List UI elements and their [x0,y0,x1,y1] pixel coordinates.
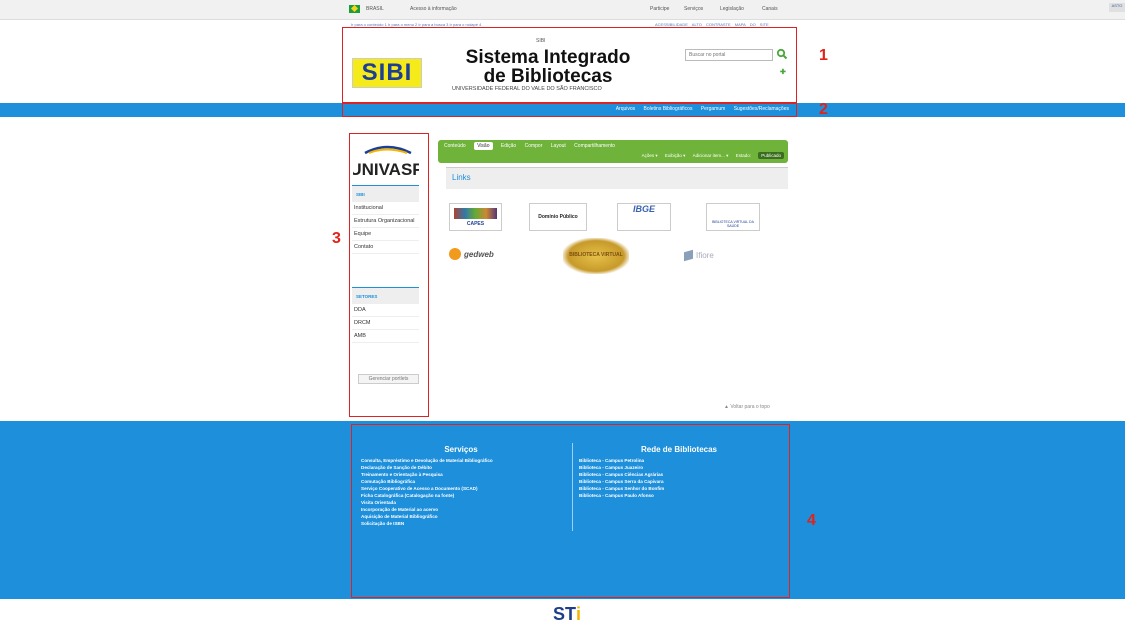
add-item-menu[interactable]: Adicionar item... ▾ [693,153,729,158]
annotation-box-4 [351,424,790,598]
annotation-number-3: 3 [332,230,341,247]
annotation-box-1 [342,27,797,103]
annotation-number-2: 2 [819,101,828,118]
back-to-top-link[interactable]: ▲ Voltar para o topo [724,404,770,410]
sti-logo-i: i [576,604,582,622]
annotation-box-3 [349,133,429,417]
gov-country-link[interactable]: BRASIL [366,6,384,12]
link-capes-label: CAPES [466,221,485,227]
state-label: Estado: [735,153,751,158]
gov-info-link[interactable]: Acesso à informação [410,6,457,12]
tab-compartilhamento[interactable]: Compartilhamento [574,143,615,149]
gov-right-button[interactable]: ASTO [1109,3,1125,12]
tab-visao[interactable]: Visão [474,142,493,150]
state-published-button[interactable]: Publicado [758,152,784,159]
link-bvs[interactable]: BIBLIOTECA VIRTUAL DA SAÚDE [706,203,760,231]
gedweb-icon [449,248,461,260]
link-ifiore-label: Ifiore [696,251,714,260]
display-menu[interactable]: Exibição ▾ [665,153,686,158]
link-dominio-publico[interactable]: Domínio Público [529,203,587,231]
tab-edicao[interactable]: Edição [501,143,516,149]
gov-top-bar: BRASIL Acesso à informação Participe Ser… [0,0,1125,20]
link-biblioteca-virtual[interactable]: BIBLIOTECA VIRTUAL [563,238,629,274]
capes-banner [454,208,497,219]
edit-bar: Conteúdo Visão Edição Compor Layout Comp… [438,140,788,163]
annotation-number-1: 1 [819,47,828,64]
link-gedweb-label: gedweb [464,250,494,259]
sti-logo-st: ST [553,604,577,622]
annotation-number-4: 4 [807,512,816,529]
link-ibge[interactable]: IBGE [617,203,671,231]
annotation-box-2 [342,103,797,117]
tab-layout[interactable]: Layout [551,143,566,149]
page-title: Links [446,167,788,189]
actions-menu[interactable]: Ações ▾ [642,153,658,158]
brazil-flag-icon [349,5,360,13]
link-ifiore[interactable]: Ifiore [684,249,734,262]
gov-link-servicos[interactable]: Serviços [684,6,703,12]
gov-link-participe[interactable]: Participe [650,6,669,12]
link-gedweb[interactable]: gedweb [449,246,505,262]
gov-link-legislacao[interactable]: Legislação [720,6,744,12]
gov-link-canais[interactable]: Canais [762,6,778,12]
sti-logo[interactable]: STi [553,604,581,622]
ifiore-icon [684,249,693,262]
tab-conteudo[interactable]: Conteúdo [444,143,466,149]
tab-compor[interactable]: Compor [525,143,543,149]
link-capes[interactable]: CAPES [449,203,502,231]
